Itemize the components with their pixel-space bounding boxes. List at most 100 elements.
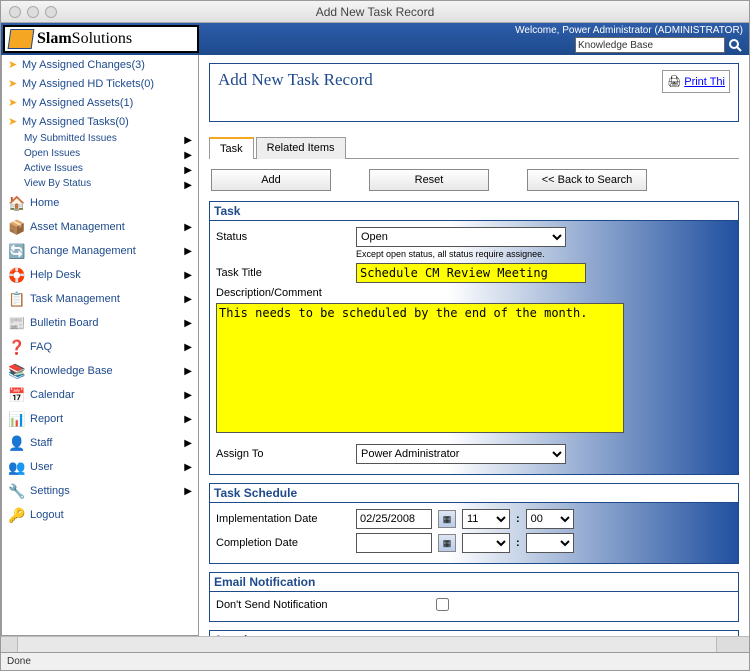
print-button[interactable]: 🖨 Print Thi [662,70,730,93]
helpdesk-icon: 🛟 [8,266,26,284]
user-icon: 👥 [8,458,26,476]
chevron-right-icon: ▶ [184,294,192,305]
status-hint: Except open status, all status require a… [356,249,732,259]
chevron-right-icon: ▶ [184,366,192,377]
status-label: Status [216,231,356,243]
logout-icon: 🔑 [8,506,26,524]
sidebar-nav-user[interactable]: 👥User▶ [2,455,198,479]
sidebar-item-label: Settings [30,485,70,497]
email-panel: Email Notification Don't Send Notificati… [209,572,739,622]
sidebar-item-label: Active Issues [24,163,83,174]
sidebar-view-submitted[interactable]: My Submitted Issues▶ [2,131,198,146]
reset-button[interactable]: Reset [369,169,489,191]
sidebar-item-label: Home [30,197,59,209]
window-title: Add New Task Record [1,5,749,19]
calendar-picker-icon[interactable]: ▦ [438,534,456,552]
horizontal-scrollbar[interactable] [1,636,749,652]
back-to-search-button[interactable]: << Back to Search [527,169,647,191]
sidebar-pinned-tasks[interactable]: ➤My Assigned Tasks(0) [2,112,198,131]
change-icon: 🔄 [8,242,26,260]
sidebar-item-label: Logout [30,509,64,521]
sidebar-nav-report[interactable]: 📊Report▶ [2,407,198,431]
sidebar-item-label: Report [30,413,63,425]
time-separator: : [516,513,520,525]
sidebar-nav-change[interactable]: 🔄 Change Management ▶ [2,239,198,263]
completion-hour-select[interactable] [462,533,510,553]
calendar-picker-icon[interactable]: ▦ [438,510,456,528]
sidebar-nav-asset[interactable]: 📦Asset Management▶ [2,215,198,239]
sidebar-view-status[interactable]: View By Status▶ [2,176,198,191]
sidebar-nav-settings[interactable]: 🔧 Settings ▶ [2,479,198,503]
implementation-hour-select[interactable]: 11 [462,509,510,529]
chevron-right-icon: ▶ [184,222,192,233]
sidebar-item-label: Asset Management [30,221,125,233]
task-title-input[interactable] [356,263,586,283]
sidebar-item-label: My Assigned Changes(3) [22,59,145,71]
pin-icon: ➤ [8,77,22,90]
pin-icon: ➤ [8,58,22,71]
sidebar-item-label: Task Management [30,293,120,305]
sidebar: ➤My Assigned Changes(3) ➤My Assigned HD … [1,55,199,636]
sidebar-pinned-tickets[interactable]: ➤My Assigned HD Tickets(0) [2,74,198,93]
chevron-right-icon: ▶ [184,438,192,449]
main-content: Add New Task Record 🖨 Print Thi Task Rel… [199,55,749,636]
sidebar-nav-home[interactable]: 🏠Home [2,191,198,215]
chevron-right-icon: ▶ [184,486,192,497]
chevron-right-icon: ▶ [184,270,192,281]
sidebar-item-label: Knowledge Base [30,365,113,377]
window-zoom-button[interactable] [45,6,57,18]
sidebar-nav-faq[interactable]: ❓ FAQ ▶ [2,335,198,359]
search-icon[interactable] [727,37,743,53]
add-button[interactable]: Add [211,169,331,191]
description-textarea[interactable]: This needs to be scheduled by the end of… [216,303,624,433]
sidebar-item-label: Change Management [30,245,136,257]
task-panel: Task Status Open Except open status, all… [209,201,739,475]
app-logo[interactable]: SlamSolutions [3,25,199,53]
sidebar-nav-helpdesk[interactable]: 🛟Help Desk▶ [2,263,198,287]
sidebar-nav-task[interactable]: 📋Task Management▶ [2,287,198,311]
page-header: Add New Task Record 🖨 Print Thi [209,63,739,122]
print-link[interactable]: Print Thi [684,76,725,88]
sidebar-nav-staff[interactable]: 👤Staff▶ [2,431,198,455]
sidebar-item-label: FAQ [30,341,52,353]
sidebar-item-label: My Submitted Issues [24,133,117,144]
sidebar-nav-bulletin[interactable]: 📰Bulletin Board▶ [2,311,198,335]
sidebar-item-label: Bulletin Board [30,317,99,329]
page-title: Add New Task Record [218,70,373,90]
status-bar: Done [1,652,749,670]
assign-to-select[interactable]: Power Administrator [356,444,566,464]
chevron-right-icon: ▶ [184,342,192,353]
completion-date-input[interactable] [356,533,432,553]
faq-icon: ❓ [8,338,26,356]
app-header: SlamSolutions Welcome, Power Administrat… [1,23,749,55]
window-titlebar: Add New Task Record [1,1,749,23]
sidebar-view-open[interactable]: Open Issues▶ [2,146,198,161]
chevron-right-icon: ▶ [184,414,192,425]
settings-icon: 🔧 [8,482,26,500]
implementation-minute-select[interactable]: 00 [526,509,574,529]
chevron-right-icon: ▶ [184,246,192,257]
description-label: Description/Comment [216,287,322,299]
status-select[interactable]: Open [356,227,566,247]
logo-text-bold: Slam [37,30,72,47]
pin-icon: ➤ [8,115,22,128]
window-minimize-button[interactable] [27,6,39,18]
tab-related-items[interactable]: Related Items [256,137,346,159]
dont-send-checkbox[interactable] [436,598,449,611]
tab-task[interactable]: Task [209,137,254,159]
sidebar-nav-calendar[interactable]: 📅Calendar▶ [2,383,198,407]
welcome-text: Welcome, Power Administrator (ADMINISTRA… [515,25,743,36]
window-close-button[interactable] [9,6,21,18]
sidebar-nav-logout[interactable]: 🔑 Logout [2,503,198,527]
sidebar-view-active[interactable]: Active Issues▶ [2,161,198,176]
sidebar-item-label: Calendar [30,389,75,401]
completion-minute-select[interactable] [526,533,574,553]
sidebar-nav-kb[interactable]: 📚Knowledge Base▶ [2,359,198,383]
sidebar-pinned-assets[interactable]: ➤My Assigned Assets(1) [2,93,198,112]
implementation-date-label: Implementation Date [216,513,356,525]
chevron-right-icon: ▶ [184,462,192,473]
implementation-date-input[interactable] [356,509,432,529]
sidebar-pinned-changes[interactable]: ➤My Assigned Changes(3) [2,55,198,74]
header-search-input[interactable] [575,37,725,53]
status-text: Done [7,656,31,667]
